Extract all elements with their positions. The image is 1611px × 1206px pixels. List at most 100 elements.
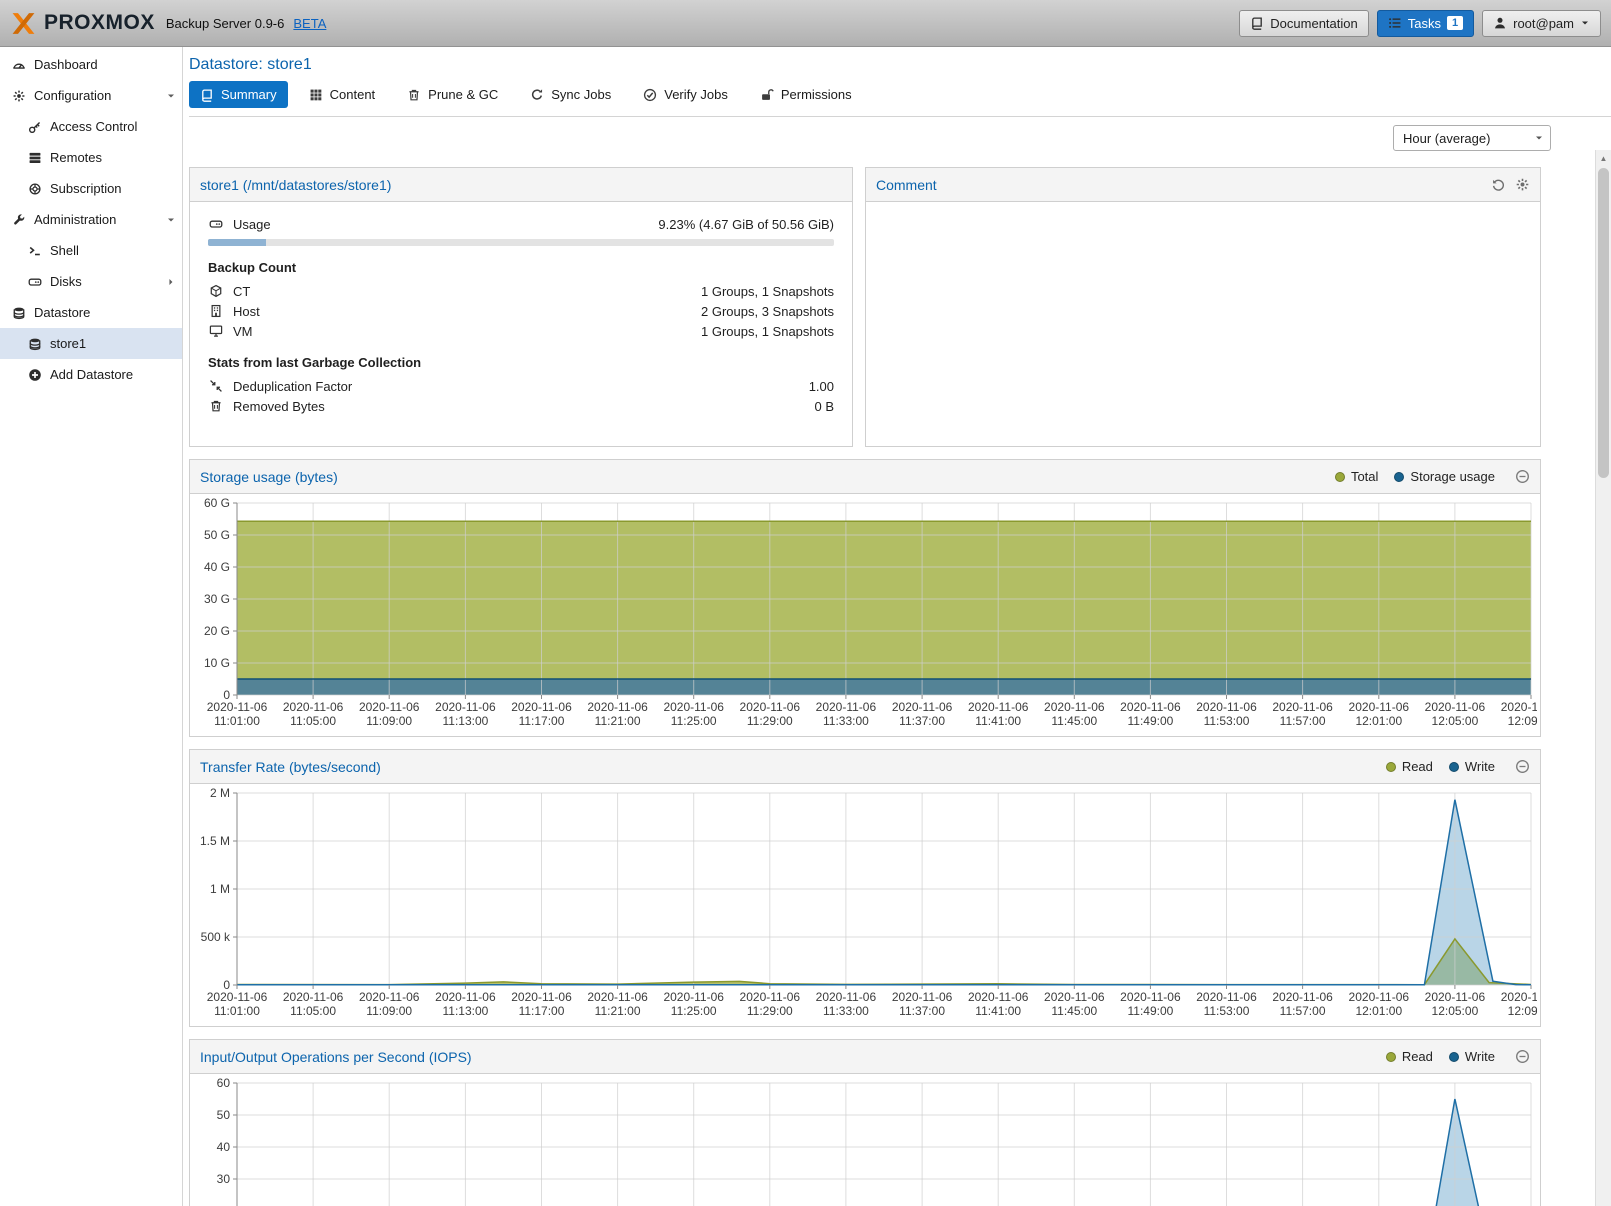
tab-content[interactable]: Content — [298, 81, 387, 108]
tab-summary[interactable]: Summary — [189, 81, 288, 108]
tab-permissions[interactable]: Permissions — [749, 81, 863, 108]
proxmox-backup-server-app: PROXMOX Backup Server 0.9-6 BETA Documen… — [0, 0, 1611, 1206]
time-range-select[interactable]: Hour (average) — [1393, 125, 1551, 151]
svg-text:2020-11-06: 2020-11-06 — [207, 700, 268, 714]
svg-text:2020-11-06: 2020-11-06 — [1196, 700, 1257, 714]
datastore-panel-title: store1 (/mnt/datastores/store1) — [200, 177, 391, 193]
brand-name: PROXMOX — [44, 11, 155, 35]
chart-legend: Total Storage usage — [1335, 469, 1530, 484]
svg-text:2020-11-06: 2020-11-06 — [1425, 700, 1486, 714]
svg-text:2020-11-06: 2020-11-06 — [1196, 990, 1257, 1004]
dedup-label: Deduplication Factor — [233, 379, 352, 394]
datastore-summary-body: Usage 9.23% (4.67 GiB of 50.56 GiB) Back… — [190, 202, 852, 428]
transfer-rate-chart: 0500 k1 M1.5 M2 M2020-11-0611:01:002020-… — [193, 787, 1537, 1023]
legend-dot — [1394, 472, 1404, 482]
sidebar-item-label: Configuration — [34, 88, 111, 103]
brand: PROXMOX Backup Server 0.9-6 BETA — [10, 10, 326, 37]
legend-dot — [1449, 1052, 1459, 1062]
terminal-icon — [28, 244, 42, 258]
svg-text:30 G: 30 G — [204, 592, 230, 606]
legend-item-read[interactable]: Read — [1386, 1049, 1433, 1064]
collapse-panel-icon[interactable] — [1515, 759, 1530, 774]
svg-text:11:01:00: 11:01:00 — [214, 1004, 260, 1018]
undo-icon[interactable] — [1491, 177, 1506, 192]
svg-text:11:37:00: 11:37:00 — [899, 1004, 945, 1018]
collapse-panel-icon[interactable] — [1515, 1049, 1530, 1064]
svg-text:2020-11-06: 2020-11-06 — [587, 990, 648, 1004]
sidebar-item-access-control[interactable]: Access Control — [0, 111, 182, 142]
svg-text:50 G: 50 G — [204, 528, 230, 542]
sidebar-item-label: Dashboard — [34, 57, 98, 72]
svg-text:2020-11-06: 2020-11-06 — [207, 990, 268, 1004]
chart-body: 01020304050602020-11-0611:01:002020-11-0… — [190, 1074, 1540, 1206]
svg-text:11:17:00: 11:17:00 — [519, 1004, 565, 1018]
sidebar-item-configuration[interactable]: Configuration — [0, 80, 182, 111]
sidebar-item-label: Shell — [50, 243, 79, 258]
sidebar-item-dashboard[interactable]: Dashboard — [0, 49, 182, 80]
svg-text:2020-11-06: 2020-11-06 — [816, 990, 877, 1004]
legend-item-write[interactable]: Write — [1449, 1049, 1495, 1064]
svg-text:2020-11-06: 2020-11-06 — [1501, 990, 1537, 1004]
svg-text:12:05:00: 12:05:00 — [1432, 714, 1479, 728]
legend-label: Read — [1402, 759, 1433, 774]
scrollbar-up-arrow[interactable]: ▲ — [1596, 150, 1611, 166]
caret-down-icon — [1580, 18, 1590, 28]
sidebar-item-store1[interactable]: store1 — [0, 328, 182, 359]
iops-chart-header: Input/Output Operations per Second (IOPS… — [190, 1040, 1540, 1074]
removed-bytes-label: Removed Bytes — [233, 399, 325, 414]
svg-text:11:57:00: 11:57:00 — [1280, 714, 1326, 728]
svg-text:60 G: 60 G — [204, 497, 230, 510]
sidebar-item-administration[interactable]: Administration — [0, 204, 182, 235]
svg-text:11:05:00: 11:05:00 — [290, 1004, 336, 1018]
tab-verify-jobs[interactable]: Verify Jobs — [632, 81, 739, 108]
caret-right-icon[interactable] — [166, 277, 176, 287]
caret-down-icon[interactable] — [166, 91, 176, 101]
gear-icon[interactable] — [1515, 177, 1530, 192]
sidebar-item-shell[interactable]: Shell — [0, 235, 182, 266]
sidebar-item-disks[interactable]: Disks — [0, 266, 182, 297]
svg-text:2020-11-06: 2020-11-06 — [1272, 990, 1333, 1004]
tab-sync-jobs[interactable]: Sync Jobs — [519, 81, 622, 108]
documentation-button[interactable]: Documentation — [1239, 10, 1368, 37]
sidebar: Dashboard Configuration Access Control R… — [0, 47, 183, 1206]
user-menu-button[interactable]: root@pam — [1482, 10, 1601, 37]
documentation-label: Documentation — [1270, 16, 1357, 31]
svg-text:11:49:00: 11:49:00 — [1127, 1004, 1173, 1018]
svg-text:500 k: 500 k — [201, 930, 231, 944]
tab-label: Sync Jobs — [551, 87, 611, 102]
sidebar-item-datastore[interactable]: Datastore — [0, 297, 182, 328]
scrollbar-thumb[interactable] — [1598, 168, 1609, 478]
time-range-value: Hour (average) — [1403, 131, 1490, 146]
svg-text:2020-11-06: 2020-11-06 — [1272, 700, 1333, 714]
check-circle-icon — [643, 88, 657, 102]
tasks-button[interactable]: Tasks 1 — [1377, 10, 1474, 37]
caret-down-icon[interactable] — [166, 215, 176, 225]
caret-down-icon — [1534, 133, 1544, 143]
legend-label: Write — [1465, 759, 1495, 774]
svg-text:11:13:00: 11:13:00 — [442, 1004, 488, 1018]
svg-text:11:37:00: 11:37:00 — [899, 714, 945, 728]
tab-prune-gc[interactable]: Prune & GC — [396, 81, 509, 108]
wrench-icon — [12, 213, 26, 227]
user-icon — [1493, 16, 1507, 30]
legend-label: Storage usage — [1410, 469, 1495, 484]
key-icon — [28, 120, 42, 134]
svg-text:2020-11-06: 2020-11-06 — [892, 990, 953, 1004]
legend-item-storage-usage[interactable]: Storage usage — [1394, 469, 1495, 484]
legend-item-write[interactable]: Write — [1449, 759, 1495, 774]
svg-text:11:25:00: 11:25:00 — [671, 1004, 717, 1018]
sidebar-item-remotes[interactable]: Remotes — [0, 142, 182, 173]
collapse-panel-icon[interactable] — [1515, 469, 1530, 484]
vertical-scrollbar[interactable]: ▲ — [1595, 150, 1611, 1206]
sidebar-item-subscription[interactable]: Subscription — [0, 173, 182, 204]
beta-link[interactable]: BETA — [293, 16, 326, 31]
svg-text:2020-11-06: 2020-11-06 — [283, 700, 344, 714]
legend-item-read[interactable]: Read — [1386, 759, 1433, 774]
legend-dot — [1386, 762, 1396, 772]
sidebar-item-add-datastore[interactable]: Add Datastore — [0, 359, 182, 390]
svg-text:2020-11-06: 2020-11-06 — [1120, 700, 1181, 714]
svg-text:2020-11-06: 2020-11-06 — [359, 700, 420, 714]
product-name: Backup Server 0.9-6 — [166, 16, 285, 31]
chart-title: Input/Output Operations per Second (IOPS… — [200, 1049, 472, 1065]
legend-item-total[interactable]: Total — [1335, 469, 1378, 484]
